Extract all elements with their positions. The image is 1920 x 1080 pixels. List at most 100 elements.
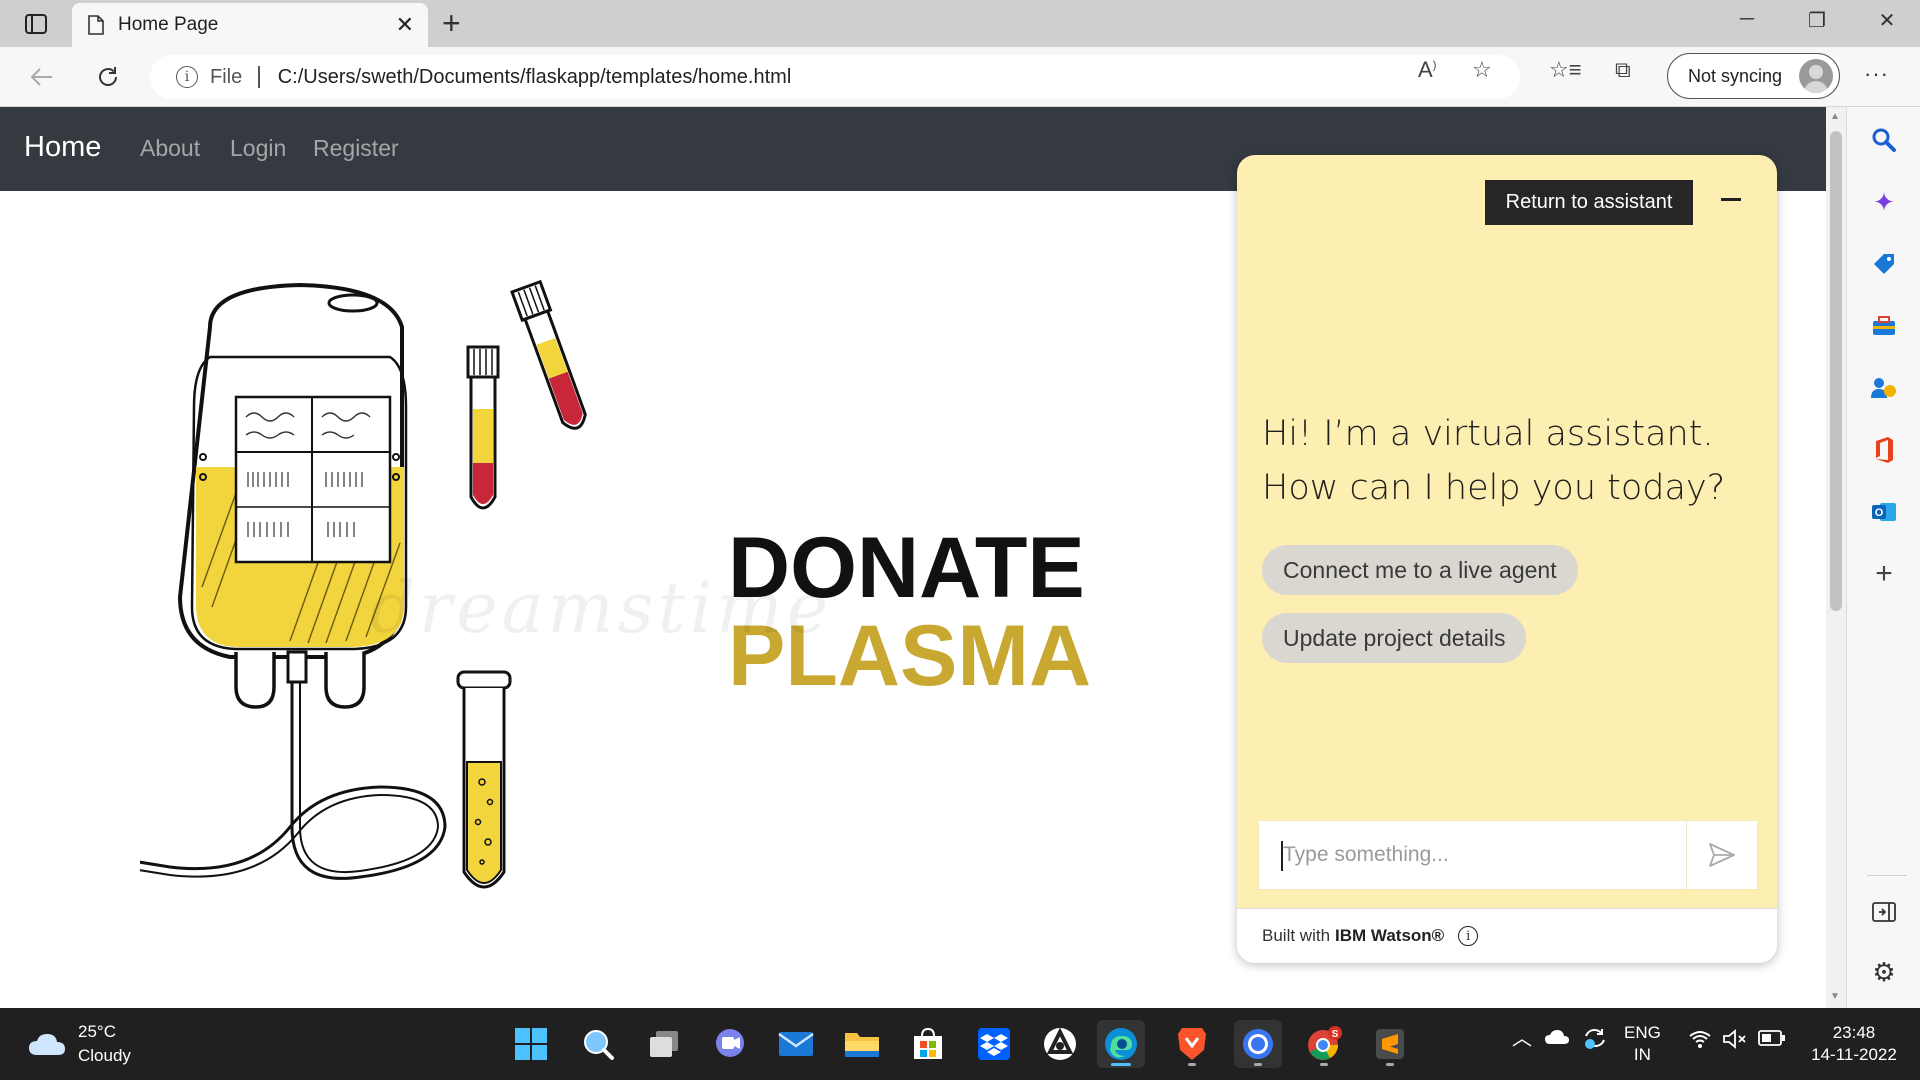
clock-date: 14-11-2022 bbox=[1811, 1045, 1897, 1064]
test-tube-1 bbox=[510, 279, 587, 430]
system-clock[interactable]: 23:48 14-11-2022 bbox=[1804, 1022, 1904, 1066]
assistant-chat-panel: Return to assistant Hi! I’m a virtual as… bbox=[1237, 155, 1777, 963]
windows-taskbar: 25°C Cloudy S ︿ ENG IN 23:48 14-11-2022 bbox=[0, 1008, 1920, 1080]
weather-widget[interactable]: 25°C Cloudy bbox=[28, 1020, 131, 1068]
tab-title: Home Page bbox=[118, 14, 219, 35]
github-desktop-icon[interactable] bbox=[1036, 1020, 1084, 1068]
site-info-icon[interactable]: i bbox=[176, 66, 198, 88]
nav-login-link[interactable]: Login bbox=[230, 135, 286, 162]
outlook-icon[interactable]: O bbox=[1869, 497, 1899, 527]
sublime-text-icon[interactable] bbox=[1366, 1020, 1414, 1068]
minimize-window-icon[interactable]: ─ bbox=[1727, 8, 1767, 31]
active-indicator bbox=[1111, 1063, 1131, 1066]
test-tube-3 bbox=[456, 670, 512, 889]
address-separator bbox=[258, 66, 260, 88]
close-window-icon[interactable]: ✕ bbox=[1867, 8, 1907, 33]
running-indicator bbox=[1188, 1063, 1196, 1066]
add-favorite-icon[interactable]: ☆ bbox=[1472, 57, 1492, 83]
collections-icon[interactable]: ⧉ bbox=[1615, 57, 1631, 83]
update-project-option-button[interactable]: Update project details bbox=[1262, 613, 1527, 663]
sidebar-divider bbox=[1867, 875, 1907, 876]
running-indicator bbox=[1386, 1063, 1394, 1066]
chat-footer: Built with IBM Watson® i bbox=[1237, 908, 1777, 963]
region-code: IN bbox=[1633, 1045, 1651, 1064]
donate-plasma-illustration: DONATE PLASMA dreamstime bbox=[119, 267, 1091, 907]
mail-icon[interactable] bbox=[772, 1020, 820, 1068]
input-language[interactable]: ENG IN bbox=[1624, 1022, 1661, 1066]
read-aloud-icon[interactable]: A) bbox=[1418, 57, 1436, 83]
page-icon bbox=[88, 15, 104, 35]
chrome-profile-badge: S bbox=[1332, 1029, 1339, 1040]
footer-brand: IBM Watson® bbox=[1335, 926, 1445, 945]
restore-window-icon[interactable]: ❐ bbox=[1797, 8, 1837, 33]
games-icon[interactable] bbox=[1869, 373, 1899, 403]
footer-prefix: Built with bbox=[1262, 926, 1331, 945]
profile-sync-button[interactable]: Not syncing bbox=[1667, 53, 1840, 99]
cloud-icon bbox=[29, 1034, 65, 1055]
shopping-tag-icon[interactable] bbox=[1869, 249, 1899, 279]
chrome-browser-icon[interactable]: S bbox=[1300, 1020, 1348, 1068]
nav-about-link[interactable]: About bbox=[140, 135, 200, 162]
clock-time: 23:48 bbox=[1832, 1023, 1876, 1042]
task-view-icon[interactable] bbox=[640, 1020, 688, 1068]
sync-label: Not syncing bbox=[1688, 65, 1783, 86]
search-icon[interactable] bbox=[1869, 125, 1899, 155]
edge-browser-icon[interactable] bbox=[1097, 1020, 1145, 1068]
language-code: ENG bbox=[1624, 1023, 1661, 1042]
scheme-label: File bbox=[210, 65, 243, 88]
running-indicator bbox=[1320, 1063, 1328, 1066]
show-hidden-icons-chevron-icon[interactable]: ︿ bbox=[1512, 1022, 1532, 1051]
onedrive-cloud-icon[interactable] bbox=[1544, 1028, 1570, 1051]
wifi-icon[interactable] bbox=[1688, 1030, 1712, 1053]
hide-sidebar-icon[interactable] bbox=[1869, 897, 1899, 927]
favorites-icon[interactable]: ☆≡ bbox=[1549, 57, 1582, 83]
nav-home-link[interactable]: Home bbox=[24, 131, 101, 164]
add-sidebar-app-icon[interactable]: + bbox=[1869, 557, 1899, 590]
browser-toolbar: i File C:/Users/sweth/Documents/flaskapp… bbox=[0, 47, 1920, 107]
test-tube-2 bbox=[466, 345, 500, 510]
sync-status-icon[interactable] bbox=[1582, 1026, 1608, 1055]
screen: Home Page ✕ + ─ ❐ ✕ i File C:/Users/swet… bbox=[0, 0, 1920, 1080]
signal-messenger-icon[interactable] bbox=[1234, 1020, 1282, 1068]
office-icon[interactable] bbox=[1869, 435, 1899, 465]
watermark: dreamstime bbox=[370, 567, 833, 649]
close-tab-icon[interactable]: ✕ bbox=[396, 13, 414, 37]
send-icon[interactable] bbox=[1687, 821, 1757, 889]
scroll-down-arrow-icon[interactable]: ▼ bbox=[1830, 991, 1840, 1002]
weather-temp: 25°C bbox=[78, 1022, 116, 1041]
live-agent-option-button[interactable]: Connect me to a live agent bbox=[1262, 545, 1578, 595]
tools-icon[interactable] bbox=[1869, 311, 1899, 341]
brave-browser-icon[interactable] bbox=[1168, 1020, 1216, 1068]
microsoft-store-icon[interactable] bbox=[904, 1020, 952, 1068]
weather-condition: Cloudy bbox=[78, 1046, 131, 1065]
avatar bbox=[1799, 59, 1833, 93]
settings-gear-icon[interactable]: ⚙ bbox=[1869, 957, 1899, 987]
volume-muted-icon[interactable] bbox=[1722, 1028, 1748, 1055]
info-icon[interactable]: i bbox=[1458, 926, 1479, 946]
minimize-chat-icon[interactable] bbox=[1719, 183, 1743, 213]
taskbar-search-icon[interactable] bbox=[574, 1020, 622, 1068]
more-options-icon[interactable]: ··· bbox=[1864, 61, 1889, 87]
chat-input-area: Type something... bbox=[1258, 820, 1758, 890]
scroll-up-arrow-icon[interactable]: ▲ bbox=[1830, 111, 1840, 122]
browser-tab[interactable]: Home Page ✕ bbox=[72, 3, 428, 47]
return-to-assistant-button[interactable]: Return to assistant bbox=[1485, 180, 1693, 225]
new-tab-icon[interactable]: + bbox=[442, 6, 461, 40]
refresh-icon[interactable] bbox=[90, 59, 126, 95]
discover-sparkle-icon[interactable]: ✦ bbox=[1869, 187, 1899, 217]
running-indicator bbox=[1254, 1063, 1262, 1066]
scrollbar-thumb[interactable] bbox=[1830, 131, 1842, 611]
back-arrow-icon[interactable] bbox=[24, 59, 60, 95]
teams-chat-icon[interactable] bbox=[706, 1020, 754, 1068]
url-text[interactable]: C:/Users/sweth/Documents/flaskapp/templa… bbox=[278, 66, 792, 89]
nav-register-link[interactable]: Register bbox=[313, 135, 399, 162]
start-menu-icon[interactable] bbox=[507, 1020, 555, 1068]
file-explorer-icon[interactable] bbox=[838, 1020, 886, 1068]
dropbox-icon[interactable] bbox=[970, 1020, 1018, 1068]
battery-icon[interactable] bbox=[1758, 1030, 1786, 1051]
tab-actions-menu-icon[interactable] bbox=[18, 10, 54, 38]
chat-message-input[interactable]: Type something... bbox=[1259, 821, 1687, 889]
browser-tab-strip: Home Page ✕ + ─ ❐ ✕ bbox=[0, 0, 1920, 47]
address-bar[interactable]: i File C:/Users/sweth/Documents/flaskapp… bbox=[150, 55, 1520, 99]
page-scrollbar[interactable]: ▲ ▼ bbox=[1826, 107, 1846, 1008]
